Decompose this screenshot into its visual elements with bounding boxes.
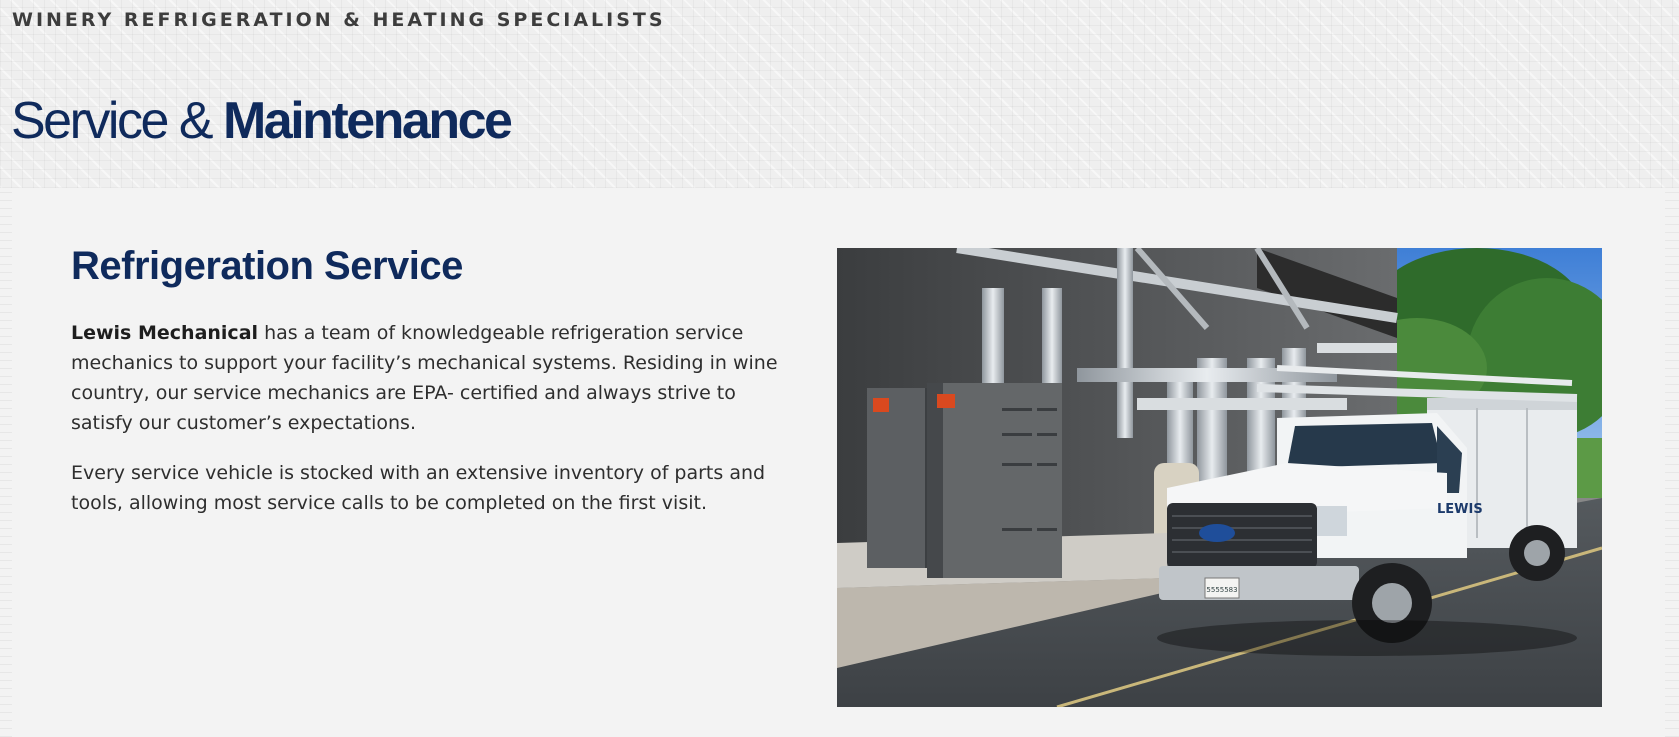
- vehicle-paragraph: Every service vehicle is stocked with an…: [71, 462, 766, 514]
- section-title: Refrigeration Service: [71, 244, 463, 288]
- decorative-pattern-right: [1665, 188, 1679, 737]
- intro-paragraph: Lewis Mechanical has a team of knowledge…: [71, 318, 791, 438]
- service-truck-photo: 5555583 LEWIS: [837, 248, 1602, 707]
- tagline: WINERY REFRIGERATION & HEATING SPECIALIS…: [12, 9, 666, 31]
- truck-logo-text: LEWIS: [1437, 502, 1483, 517]
- company-name: Lewis Mechanical: [71, 322, 259, 344]
- page-title: Service & Maintenance: [11, 88, 513, 154]
- page-title-light: Service &: [11, 92, 223, 150]
- decorative-pattern-left: [0, 188, 12, 737]
- license-plate: 5555583: [1206, 586, 1237, 594]
- page-title-bold: Maintenance: [222, 92, 513, 150]
